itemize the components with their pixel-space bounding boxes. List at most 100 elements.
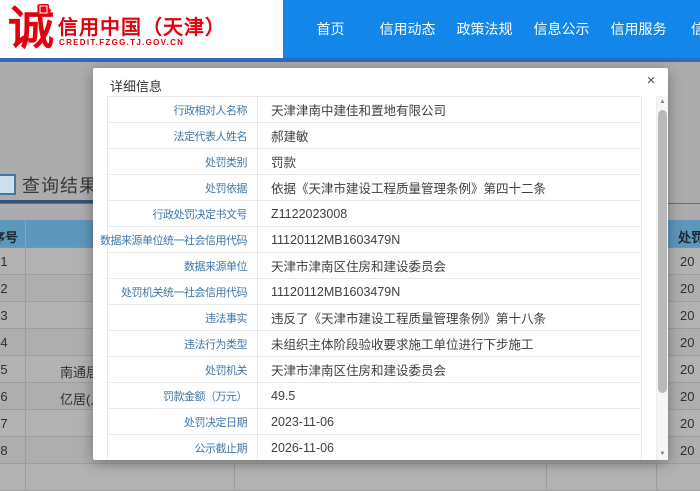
detail-row: 处罚依据 依据《天津市建设工程质量管理条例》第四十二条 xyxy=(108,175,641,201)
field-value: 天津市津南区住房和建设委员会 xyxy=(271,260,447,274)
detail-row: 行政处罚决定书文号 Z1122023008 xyxy=(108,201,641,227)
field-label: 违法事实 xyxy=(108,305,258,330)
field-value: 违反了《天津市建设工程质量管理条例》第十八条 xyxy=(271,312,547,326)
detail-row: 处罚决定日期 2023-11-06 xyxy=(108,409,641,435)
scrollbar-thumb[interactable] xyxy=(658,110,667,393)
column-divider xyxy=(25,383,26,409)
detail-row: 处罚机关统一社会信用代码 11120112MB1603479N xyxy=(108,279,641,305)
detail-row: 违法事实 违反了《天津市建设工程质量管理条例》第十八条 xyxy=(108,305,641,331)
row-index: 4 xyxy=(0,335,8,350)
field-value: 罚款 xyxy=(271,156,297,170)
field-label: 行政相对人名称 xyxy=(108,97,258,122)
row-index: 1 xyxy=(0,254,8,269)
column-divider xyxy=(25,356,26,382)
row-index: 7 xyxy=(0,416,8,431)
detail-row: 违法行为类型 未组织主体阶段验收要求施工单位进行下步施工 xyxy=(108,331,641,357)
field-label: 违法行为类型 xyxy=(108,331,258,356)
detail-row: 处罚机关 天津市津南区住房和建设委员会 xyxy=(108,357,641,383)
field-value: 未组织主体阶段验收要求施工单位进行下步施工 xyxy=(271,338,534,352)
field-value: 49.5 xyxy=(271,388,296,403)
nav-item-credit-service[interactable]: 信用服务 xyxy=(600,19,677,39)
section-bullet-icon xyxy=(0,174,16,195)
logo-glyph: 诚 xyxy=(8,3,54,54)
detail-row: 数据来源单位 天津市津南区住房和建设委员会 xyxy=(108,253,641,279)
field-label: 处罚依据 xyxy=(108,175,258,200)
field-value: 天津市津南区住房和建设委员会 xyxy=(271,364,447,378)
column-header-penalty: 处罚 xyxy=(678,230,700,245)
nav-item-policies[interactable]: 政策法规 xyxy=(446,19,523,39)
field-value: 依据《天津市建设工程质量管理条例》第四十二条 xyxy=(271,182,547,196)
column-divider xyxy=(25,329,26,355)
field-label: 处罚机关 xyxy=(108,357,258,382)
site-logo-icon: 诚 xyxy=(8,2,60,56)
column-divider xyxy=(25,248,26,274)
row-date-fragment: 20 xyxy=(680,389,695,404)
field-value: Z1122023008 xyxy=(271,206,348,221)
field-label: 数据来源单位统一社会信用代码 xyxy=(100,227,258,252)
row-index: 5 xyxy=(0,362,8,377)
field-value: 11120112MB1603479N xyxy=(271,232,401,247)
field-label: 数据来源单位 xyxy=(108,253,258,278)
field-label: 处罚类别 xyxy=(108,149,258,174)
table-row-partial xyxy=(0,464,700,491)
detail-row: 数据来源单位统一社会信用代码 11120112MB1603479N xyxy=(100,227,641,253)
nav-item-credit-news[interactable]: 信用动态 xyxy=(369,19,446,39)
detail-row: 公示截止期 2026-11-06 xyxy=(108,435,641,460)
field-label: 行政处罚决定书文号 xyxy=(108,201,258,226)
column-divider xyxy=(656,464,657,490)
detail-row: 处罚类别 罚款 xyxy=(108,149,641,175)
modal-scrollbar[interactable]: ▲ ▼ xyxy=(656,96,668,460)
column-divider xyxy=(25,302,26,328)
field-value: 天津津南中建佳和置地有限公司 xyxy=(271,104,447,118)
field-label: 法定代表人姓名 xyxy=(108,123,258,148)
detail-modal: 详细信息 × 行政相对人名称 天津津南中建佳和置地有限公司 法定代表人姓名 郝建… xyxy=(93,68,668,460)
column-divider xyxy=(25,464,26,490)
row-date-fragment: 20 xyxy=(680,362,695,377)
row-date-fragment: 20 xyxy=(680,416,695,431)
detail-row: 罚款金额（万元） 49.5 xyxy=(108,383,641,409)
site-domain: CREDIT.FZGG.TJ.GOV.CN xyxy=(59,38,185,47)
logo-seal-icon xyxy=(38,4,49,15)
field-value: 2023-11-06 xyxy=(271,414,335,429)
field-value: 郝建敏 xyxy=(271,130,309,144)
site-title: 信用中国（天津） xyxy=(58,17,226,39)
row-date-fragment: 20 xyxy=(680,335,695,350)
field-value: 11120112MB1603479N xyxy=(271,284,401,299)
row-date-fragment: 20 xyxy=(680,308,695,323)
modal-title: 详细信息 xyxy=(110,79,163,94)
detail-table: 行政相对人名称 天津津南中建佳和置地有限公司 法定代表人姓名 郝建敏 处罚类别 … xyxy=(100,96,642,460)
row-date-fragment: 20 xyxy=(680,281,695,296)
detail-row: 法定代表人姓名 郝建敏 xyxy=(108,123,641,149)
scroll-down-icon[interactable]: ▼ xyxy=(657,448,668,460)
column-divider xyxy=(25,437,26,463)
site-header: 诚 信用中国（天津） CREDIT.FZGG.TJ.GOV.CN 首页 信用动态… xyxy=(0,0,700,58)
scroll-up-icon[interactable]: ▲ xyxy=(657,96,668,108)
column-header-index: 序号 xyxy=(0,230,19,245)
modal-header: 详细信息 × xyxy=(93,68,668,96)
field-label: 处罚决定日期 xyxy=(108,409,258,434)
row-date-fragment: 20 xyxy=(680,443,695,458)
column-divider xyxy=(25,410,26,436)
nav-item-clipped[interactable]: 信 xyxy=(677,19,700,39)
nav-item-public-info[interactable]: 信息公示 xyxy=(523,19,600,39)
detail-row: 行政相对人名称 天津津南中建佳和置地有限公司 xyxy=(108,97,641,123)
nav-item-home[interactable]: 首页 xyxy=(292,19,369,39)
field-label: 公示截止期 xyxy=(108,435,258,460)
row-index: 8 xyxy=(0,443,8,458)
field-label: 罚款金额（万元） xyxy=(108,383,258,408)
row-index: 6 xyxy=(0,389,8,404)
close-icon[interactable]: × xyxy=(643,73,659,89)
field-value: 2026-11-06 xyxy=(271,440,335,455)
section-title: 查询结果 xyxy=(22,176,98,196)
row-index: 2 xyxy=(0,281,8,296)
modal-body: 行政相对人名称 天津津南中建佳和置地有限公司 法定代表人姓名 郝建敏 处罚类别 … xyxy=(93,96,656,460)
column-divider xyxy=(546,464,547,490)
row-index: 3 xyxy=(0,308,8,323)
field-label: 处罚机关统一社会信用代码 xyxy=(108,279,258,304)
main-nav: 首页 信用动态 政策法规 信息公示 信用服务 信 xyxy=(283,0,700,58)
column-divider xyxy=(234,464,235,490)
column-divider xyxy=(25,275,26,301)
header-divider xyxy=(0,58,700,62)
row-date-fragment: 20 xyxy=(680,254,695,269)
column-divider xyxy=(25,220,26,247)
